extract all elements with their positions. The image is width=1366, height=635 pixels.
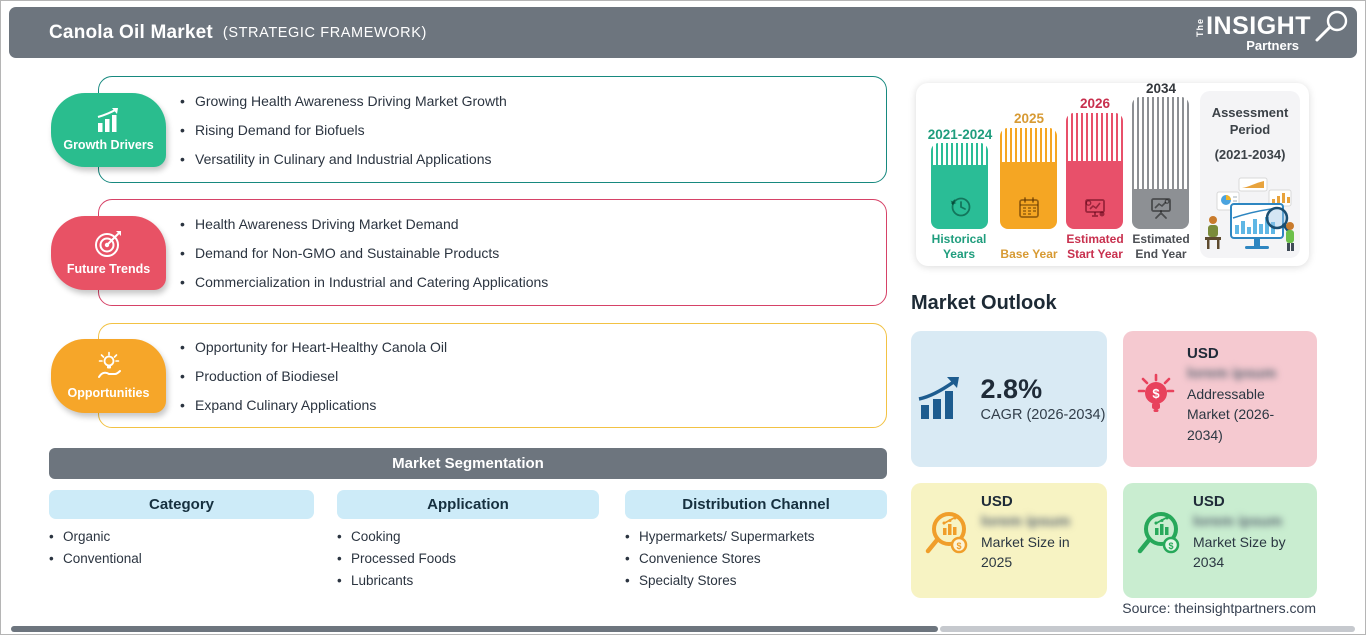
historical-years-bar: [931, 143, 988, 229]
assessment-timeline-card: 2021-2024 Historical Years 2025 Base Yea…: [916, 81, 1309, 266]
timeline-year-label: 2034: [1145, 81, 1177, 96]
card-caption: Addressable Market (2026-2034): [1187, 386, 1275, 443]
page-subtitle: (STRATEGIC FRAMEWORK): [222, 24, 427, 41]
list-item: Conventional: [49, 547, 142, 569]
distribution-list: Hypermarkets/ Supermarkets Convenience S…: [625, 525, 815, 591]
market-segmentation-header: Market Segmentation: [49, 448, 887, 479]
timeline-year-label: 2026: [1079, 96, 1111, 111]
future-trends-list: Health Awareness Driving Market Demand D…: [99, 209, 886, 296]
list-item: Processed Foods: [337, 547, 456, 569]
redacted-value: lorem ipsum: [1187, 365, 1277, 382]
logo-the-text: The: [1195, 17, 1206, 37]
infographic-page: Canola Oil Market (STRATEGIC FRAMEWORK) …: [0, 0, 1366, 635]
list-item: Versatility in Culinary and Industrial A…: [180, 144, 886, 173]
badge-label: Opportunities: [67, 386, 150, 400]
analytics-illustration: [1205, 177, 1294, 251]
svg-text:$: $: [1152, 386, 1160, 401]
opportunities-box: Opportunities Opportunity for Heart-Heal…: [51, 323, 887, 428]
currency-label: USD: [1187, 345, 1219, 362]
growth-drivers-list: Growing Health Awareness Driving Market …: [99, 86, 886, 173]
list-item: Specialty Stores: [625, 569, 815, 591]
list-item: Lubricants: [337, 569, 456, 591]
application-column-header: Application: [337, 490, 599, 519]
currency-label: USD: [1193, 493, 1225, 510]
insight-partners-logo: The INSIGHT Partners: [1195, 10, 1348, 53]
application-list: Cooking Processed Foods Lubricants: [337, 525, 456, 591]
timeline-caption: Estimated End Year: [1132, 232, 1190, 261]
timeline-caption: Estimated Start Year: [1066, 232, 1124, 261]
header-bar: Canola Oil Market (STRATEGIC FRAMEWORK) …: [9, 7, 1357, 58]
badge-label: Future Trends: [66, 262, 151, 276]
list-item: Cooking: [337, 525, 456, 547]
list-item: Rising Demand for Biofuels: [180, 115, 886, 144]
opportunities-list: Opportunity for Heart-Healthy Canola Oil…: [99, 332, 886, 419]
list-item: Expand Culinary Applications: [180, 390, 886, 419]
bulb-hand-icon: [97, 351, 121, 378]
future-trends-badge: Future Trends: [51, 215, 166, 290]
estimated-end-year-bar: [1132, 97, 1189, 229]
card-caption: Market Size in 2025: [981, 534, 1070, 571]
list-item: Health Awareness Driving Market Demand: [180, 209, 886, 238]
assessment-period-panel: Assessment Period (2021-2034): [1200, 91, 1300, 258]
list-item: Commercialization in Industrial and Cate…: [180, 267, 886, 296]
list-item: Opportunity for Heart-Healthy Canola Oil: [180, 332, 886, 361]
addressable-market-card: $ USD lorem ipsum Addressable Market (20…: [1123, 331, 1317, 467]
dollar-bulb-icon: $: [1137, 373, 1175, 412]
svg-text:$: $: [1168, 541, 1173, 551]
page-title: Canola Oil Market: [49, 21, 213, 43]
assessment-period-title: Assessment Period: [1211, 105, 1289, 137]
list-item: Hypermarkets/ Supermarkets: [625, 525, 815, 547]
redacted-value: lorem ipsum: [1193, 513, 1283, 530]
assessment-period-range: (2021-2034): [1214, 146, 1286, 162]
growth-chart-icon: [918, 377, 959, 419]
category-list: Organic Conventional: [49, 525, 142, 569]
list-item: Convenience Stores: [625, 547, 815, 569]
bar-chart-growth-icon: [97, 108, 118, 132]
bottom-bar-dark: [11, 626, 938, 632]
market-size-2034-card: $ USD lorem ipsum Market Size by 2034: [1123, 483, 1317, 598]
category-column-header: Category: [49, 490, 314, 519]
cagr-card: 2.8% CAGR (2026-2034): [911, 331, 1107, 467]
presentation-board-icon: [1150, 198, 1171, 219]
timeline-caption: Base Year: [1000, 247, 1058, 261]
base-year-bar: [1000, 128, 1057, 229]
distribution-column-header: Distribution Channel: [625, 490, 887, 519]
history-clock-icon: [950, 197, 970, 217]
list-item: Production of Biodiesel: [180, 361, 886, 390]
redacted-value: lorem ipsum: [981, 513, 1071, 530]
magnifier-icon: [1315, 10, 1348, 41]
estimated-start-year-bar: [1066, 113, 1123, 229]
growth-drivers-badge: Growth Drivers: [51, 92, 166, 167]
card-caption: Market Size by 2034: [1193, 534, 1286, 571]
calendar-icon: [1018, 197, 1039, 218]
bottom-bar-light: [940, 626, 1355, 632]
source-attribution: Source: theinsightpartners.com: [1122, 600, 1316, 616]
market-size-2025-card: $ USD lorem ipsum Market Size in 2025: [911, 483, 1107, 598]
magnifier-chart-icon: $: [925, 511, 968, 554]
list-item: Growing Health Awareness Driving Market …: [180, 86, 886, 115]
cagr-caption: CAGR (2026-2034): [980, 406, 1106, 423]
currency-label: USD: [981, 493, 1013, 510]
monitor-chart-icon: [1084, 199, 1105, 217]
market-segmentation-title: Market Segmentation: [392, 455, 544, 472]
magnifier-chart-icon: $: [1137, 511, 1180, 554]
logo-partners-text: Partners: [1246, 37, 1299, 53]
list-item: Demand for Non-GMO and Sustainable Produ…: [180, 238, 886, 267]
timeline-year-label: 2021-2024: [927, 127, 993, 142]
timeline-caption: Historical Years: [931, 232, 987, 261]
growth-drivers-box: Growth Drivers Growing Health Awareness …: [51, 76, 887, 183]
target-dart-icon: [94, 231, 121, 257]
logo-insight-text: INSIGHT: [1206, 10, 1348, 41]
list-item: Organic: [49, 525, 142, 547]
svg-text:$: $: [956, 541, 961, 551]
cagr-value: 2.8%: [980, 374, 1043, 405]
market-outlook-title: Market Outlook: [911, 292, 1057, 314]
future-trends-box: Future Trends Health Awareness Driving M…: [51, 199, 887, 306]
opportunities-badge: Opportunities: [51, 338, 166, 413]
badge-label: Growth Drivers: [63, 138, 154, 152]
timeline-year-label: 2025: [1013, 111, 1045, 126]
